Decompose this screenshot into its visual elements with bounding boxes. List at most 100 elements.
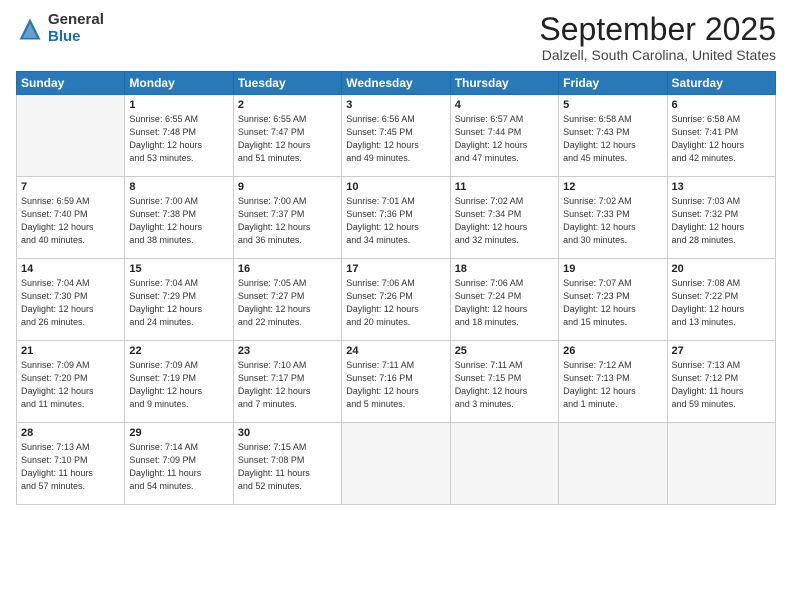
weekday-header: Wednesday [342,72,450,95]
day-info: Sunrise: 7:06 AM Sunset: 7:26 PM Dayligh… [346,277,445,329]
day-info: Sunrise: 7:04 AM Sunset: 7:30 PM Dayligh… [21,277,120,329]
logo-icon [16,15,44,43]
day-number: 11 [455,181,554,193]
weekday-header: Friday [559,72,667,95]
day-number: 6 [672,99,771,111]
calendar-cell [559,423,667,505]
day-info: Sunrise: 7:11 AM Sunset: 7:16 PM Dayligh… [346,359,445,411]
calendar-cell: 11 Sunrise: 7:02 AM Sunset: 7:34 PM Dayli… [450,177,558,259]
calendar-cell: 1Sunrise: 6:55 AM Sunset: 7:48 PM Daylig… [125,95,233,177]
calendar-cell: 19 Sunrise: 7:07 AM Sunset: 7:23 PM Dayli… [559,259,667,341]
day-number: 13 [672,181,771,193]
calendar-cell: 28Sunrise: 7:13 AM Sunset: 7:10 PM Dayli… [17,423,125,505]
calendar-cell: 15Sunrise: 7:04 AM Sunset: 7:29 PM Dayli… [125,259,233,341]
logo-text: General Blue [48,12,104,45]
day-info: Sunrise: 6:57 AM Sunset: 7:44 PM Dayligh… [455,113,554,165]
day-info: Sunrise: 6:55 AM Sunset: 7:48 PM Dayligh… [129,113,228,165]
day-number: 19 [563,263,662,275]
calendar-cell [450,423,558,505]
calendar-cell: 25 Sunrise: 7:11 AM Sunset: 7:15 PM Dayli… [450,341,558,423]
calendar-cell: 26Sunrise: 7:12 AM Sunset: 7:13 PM Dayli… [559,341,667,423]
day-number: 29 [129,427,228,439]
location: Dalzell, South Carolina, United States [539,47,776,63]
title-block: September 2025 Dalzell, South Carolina, … [539,12,776,63]
day-number: 16 [238,263,337,275]
calendar-cell: 8Sunrise: 7:00 AM Sunset: 7:38 PM Daylig… [125,177,233,259]
day-info: Sunrise: 7:07 AM Sunset: 7:23 PM Dayligh… [563,277,662,329]
day-number: 23 [238,345,337,357]
day-info: Sunrise: 7:01 AM Sunset: 7:36 PM Dayligh… [346,195,445,247]
day-number: 4 [455,99,554,111]
calendar-cell: 7 Sunrise: 6:59 AM Sunset: 7:40 PM Daylig… [17,177,125,259]
calendar-cell: 16 Sunrise: 7:05 AM Sunset: 7:27 PM Dayli… [233,259,341,341]
day-number: 7 [21,181,120,193]
day-info: Sunrise: 7:02 AM Sunset: 7:33 PM Dayligh… [563,195,662,247]
calendar-cell [17,95,125,177]
calendar-week-row: 21 Sunrise: 7:09 AM Sunset: 7:20 PM Dayli… [17,341,776,423]
calendar-cell: 23 Sunrise: 7:10 AM Sunset: 7:17 PM Dayli… [233,341,341,423]
calendar-cell: 29 Sunrise: 7:14 AM Sunset: 7:09 PM Dayli… [125,423,233,505]
calendar-cell [342,423,450,505]
month-title: September 2025 [539,12,776,47]
calendar-cell: 12 Sunrise: 7:02 AM Sunset: 7:33 PM Dayli… [559,177,667,259]
day-info: Sunrise: 7:11 AM Sunset: 7:15 PM Dayligh… [455,359,554,411]
day-number: 14 [21,263,120,275]
calendar-cell: 3Sunrise: 6:56 AM Sunset: 7:45 PM Daylig… [342,95,450,177]
day-info: Sunrise: 7:02 AM Sunset: 7:34 PM Dayligh… [455,195,554,247]
day-number: 3 [346,99,445,111]
calendar-cell: 27Sunrise: 7:13 AM Sunset: 7:12 PM Dayli… [667,341,775,423]
calendar-cell: 2 Sunrise: 6:55 AM Sunset: 7:47 PM Daylig… [233,95,341,177]
day-number: 22 [129,345,228,357]
calendar-cell: 9Sunrise: 7:00 AM Sunset: 7:37 PM Daylig… [233,177,341,259]
day-number: 25 [455,345,554,357]
day-number: 20 [672,263,771,275]
calendar-week-row: 14 Sunrise: 7:04 AM Sunset: 7:30 PM Dayli… [17,259,776,341]
day-number: 2 [238,99,337,111]
calendar-cell: 13 Sunrise: 7:03 AM Sunset: 7:32 PM Dayli… [667,177,775,259]
calendar-cell: 17 Sunrise: 7:06 AM Sunset: 7:26 PM Dayli… [342,259,450,341]
day-number: 18 [455,263,554,275]
day-info: Sunrise: 7:00 AM Sunset: 7:38 PM Dayligh… [129,195,228,247]
calendar-table: SundayMondayTuesdayWednesdayThursdayFrid… [16,71,776,505]
logo-blue: Blue [48,29,104,46]
day-info: Sunrise: 7:06 AM Sunset: 7:24 PM Dayligh… [455,277,554,329]
day-info: Sunrise: 7:03 AM Sunset: 7:32 PM Dayligh… [672,195,771,247]
day-info: Sunrise: 7:12 AM Sunset: 7:13 PM Dayligh… [563,359,662,411]
calendar-cell: 18 Sunrise: 7:06 AM Sunset: 7:24 PM Dayli… [450,259,558,341]
day-number: 9 [238,181,337,193]
day-number: 12 [563,181,662,193]
logo-general: General [48,12,104,29]
logo: General Blue [16,12,104,45]
day-info: Sunrise: 6:55 AM Sunset: 7:47 PM Dayligh… [238,113,337,165]
day-info: Sunrise: 6:58 AM Sunset: 7:43 PM Dayligh… [563,113,662,165]
weekday-header: Sunday [17,72,125,95]
header: General Blue September 2025 Dalzell, Sou… [16,12,776,63]
weekday-header: Saturday [667,72,775,95]
day-info: Sunrise: 6:58 AM Sunset: 7:41 PM Dayligh… [672,113,771,165]
weekday-header: Tuesday [233,72,341,95]
day-number: 17 [346,263,445,275]
day-info: Sunrise: 7:04 AM Sunset: 7:29 PM Dayligh… [129,277,228,329]
calendar-cell: 21 Sunrise: 7:09 AM Sunset: 7:20 PM Dayli… [17,341,125,423]
day-info: Sunrise: 7:14 AM Sunset: 7:09 PM Dayligh… [129,441,228,493]
calendar-cell [667,423,775,505]
day-number: 21 [21,345,120,357]
day-number: 5 [563,99,662,111]
day-number: 28 [21,427,120,439]
calendar-cell: 24Sunrise: 7:11 AM Sunset: 7:16 PM Dayli… [342,341,450,423]
calendar-cell: 6 Sunrise: 6:58 AM Sunset: 7:41 PM Daylig… [667,95,775,177]
day-info: Sunrise: 7:10 AM Sunset: 7:17 PM Dayligh… [238,359,337,411]
day-info: Sunrise: 7:05 AM Sunset: 7:27 PM Dayligh… [238,277,337,329]
day-info: Sunrise: 7:15 AM Sunset: 7:08 PM Dayligh… [238,441,337,493]
weekday-header: Monday [125,72,233,95]
calendar-cell: 22 Sunrise: 7:09 AM Sunset: 7:19 PM Dayli… [125,341,233,423]
day-info: Sunrise: 7:09 AM Sunset: 7:19 PM Dayligh… [129,359,228,411]
calendar-cell: 4 Sunrise: 6:57 AM Sunset: 7:44 PM Daylig… [450,95,558,177]
day-info: Sunrise: 7:13 AM Sunset: 7:12 PM Dayligh… [672,359,771,411]
calendar-cell: 10Sunrise: 7:01 AM Sunset: 7:36 PM Dayli… [342,177,450,259]
day-info: Sunrise: 6:59 AM Sunset: 7:40 PM Dayligh… [21,195,120,247]
day-info: Sunrise: 7:09 AM Sunset: 7:20 PM Dayligh… [21,359,120,411]
header-row: SundayMondayTuesdayWednesdayThursdayFrid… [17,72,776,95]
calendar-cell: 30Sunrise: 7:15 AM Sunset: 7:08 PM Dayli… [233,423,341,505]
calendar-cell: 5 Sunrise: 6:58 AM Sunset: 7:43 PM Daylig… [559,95,667,177]
